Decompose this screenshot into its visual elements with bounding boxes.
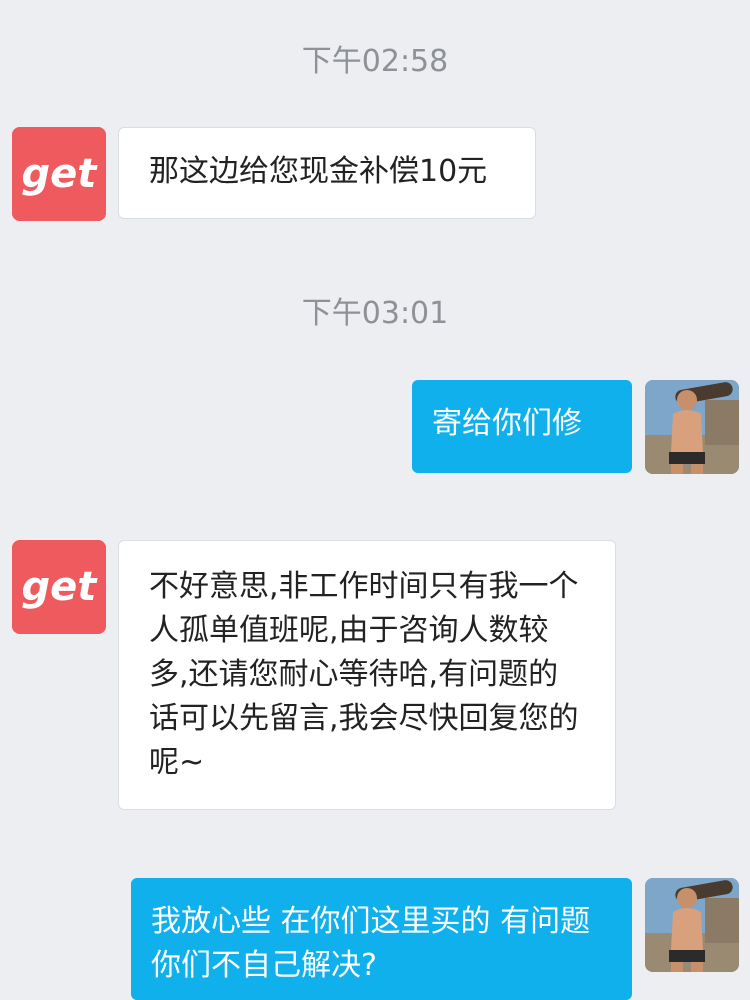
timestamp: 下午03:01: [301, 296, 449, 331]
message-text: 我放心些 在你们这里买的 有问题你们不自己解决?: [151, 904, 591, 983]
get-logo-icon: get: [12, 127, 106, 221]
message-bubble-incoming[interactable]: 不好意思,非工作时间只有我一个人孤单值班呢,由于咨询人数较多,还请您耐心等待哈,…: [118, 540, 616, 810]
timestamp: 下午02:58: [301, 44, 449, 79]
logo-text: get: [22, 564, 99, 610]
user-photo-icon: [645, 878, 739, 972]
message-bubble-outgoing[interactable]: 我放心些 在你们这里买的 有问题你们不自己解决?: [131, 878, 632, 1000]
message-text: 不好意思,非工作时间只有我一个人孤单值班呢,由于咨询人数较多,还请您耐心等待哈,…: [149, 569, 579, 780]
get-logo-avatar[interactable]: get: [12, 540, 106, 634]
user-photo-avatar[interactable]: [645, 380, 739, 474]
message-text: 那这边给您现金补偿10元: [149, 154, 488, 189]
message-bubble-incoming[interactable]: 那这边给您现金补偿10元: [118, 127, 536, 219]
get-logo-icon: get: [12, 540, 106, 634]
message-bubble-outgoing[interactable]: 寄给你们修: [412, 380, 632, 473]
message-text: 寄给你们修: [432, 406, 582, 441]
user-photo-avatar[interactable]: [645, 878, 739, 972]
get-logo-avatar[interactable]: get: [12, 127, 106, 221]
chat-conversation: 下午02:58 get 那这边给您现金补偿10元 下午03:01 寄给你们修 g…: [0, 0, 750, 1000]
user-photo-icon: [645, 380, 739, 474]
logo-text: get: [22, 151, 99, 197]
